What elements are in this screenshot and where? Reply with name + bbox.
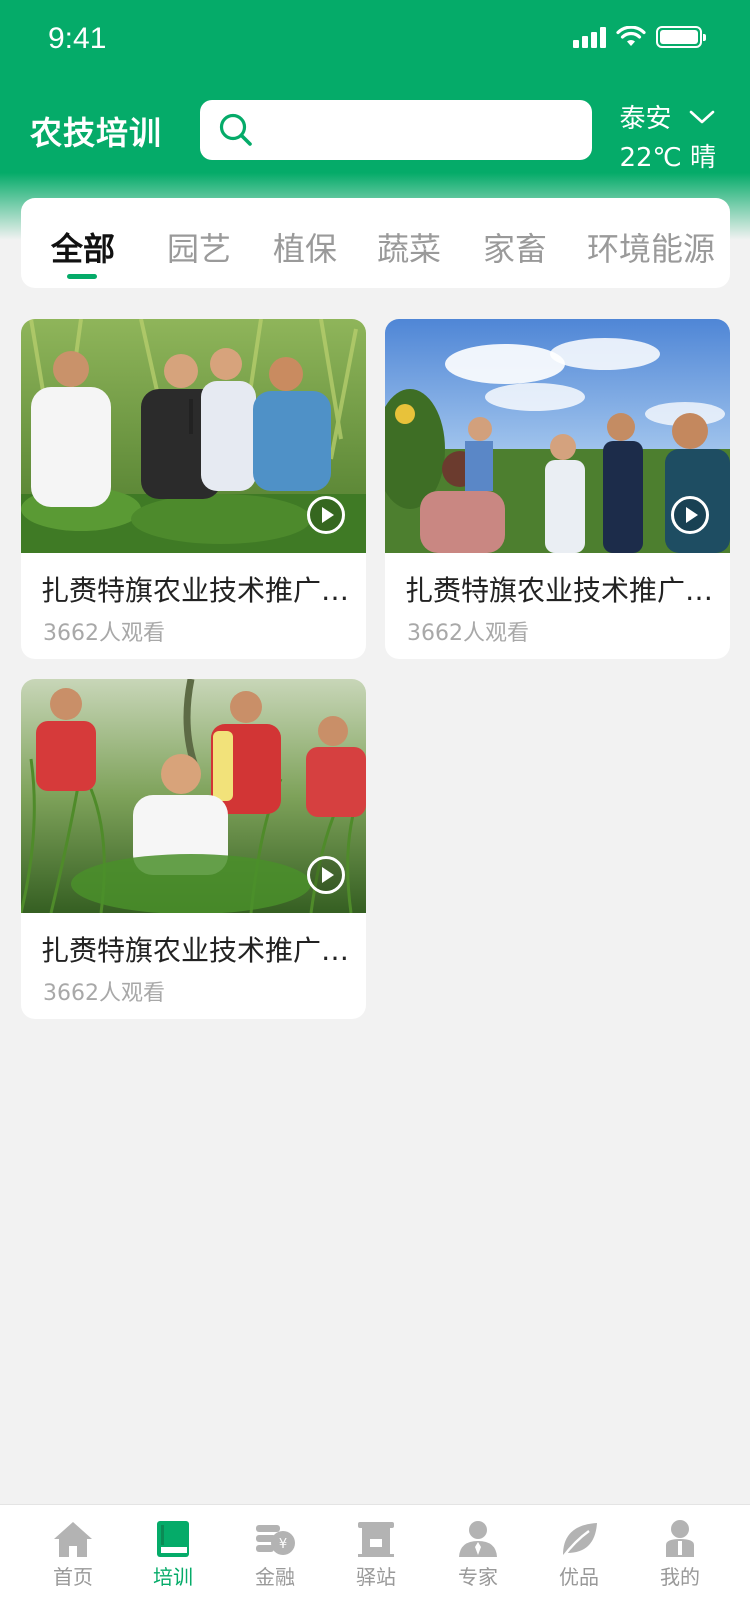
play-icon[interactable] [670, 495, 710, 535]
search-box[interactable] [200, 100, 592, 160]
status-icons [573, 26, 706, 48]
expert-icon [459, 1521, 497, 1557]
nav-station[interactable]: 驿站 [331, 1519, 421, 1590]
chevron-down-icon [690, 110, 715, 123]
nav-label: 优品 [559, 1565, 599, 1589]
profile-icon [666, 1520, 694, 1557]
status-time: 9:41 [48, 22, 107, 55]
view-count: 3662人观看 [407, 621, 529, 646]
tab-plant-protection[interactable]: 植保 [273, 224, 337, 270]
tab-horticulture[interactable]: 园艺 [167, 224, 231, 270]
page-title: 农技培训 [30, 114, 163, 152]
weather-temperature: 22℃ 晴 [619, 143, 716, 173]
video-card[interactable]: 扎赉特旗农业技术推广培训 3662人观看 [21, 319, 366, 659]
tab-livestock[interactable]: 家畜 [483, 224, 547, 270]
video-card[interactable]: 扎赉特旗农业技术推广培训 3662人观看 [385, 319, 730, 659]
video-thumbnail [385, 319, 730, 553]
finance-icon: ¥ [256, 1525, 295, 1555]
nav-home[interactable]: 首页 [28, 1519, 118, 1590]
home-icon [54, 1522, 92, 1557]
leaf-icon [562, 1523, 597, 1558]
video-thumbnail [21, 319, 366, 553]
nav-mine[interactable]: 我的 [635, 1519, 725, 1590]
tab-all[interactable]: 全部 [51, 224, 115, 270]
status-bar: 9:41 [0, 0, 750, 80]
nav-label: 驿站 [356, 1565, 396, 1589]
video-thumbnail [21, 679, 366, 913]
station-icon [358, 1522, 394, 1557]
tab-vegetables[interactable]: 蔬菜 [377, 224, 441, 270]
tab-environment-energy[interactable]: 环境能源 [587, 224, 715, 270]
search-input[interactable] [266, 115, 586, 145]
view-count: 3662人观看 [43, 621, 165, 646]
nav-label: 金融 [255, 1565, 295, 1589]
video-title: 扎赉特旗农业技术推广培训 [41, 574, 351, 607]
view-count: 3662人观看 [43, 981, 165, 1006]
nav-label: 我的 [660, 1565, 700, 1589]
nav-expert[interactable]: 专家 [433, 1519, 523, 1590]
svg-text:¥: ¥ [279, 1537, 287, 1552]
book-icon [157, 1521, 189, 1557]
play-icon[interactable] [306, 495, 346, 535]
video-title: 扎赉特旗农业技术推广培训 [41, 934, 351, 967]
nav-training[interactable]: 培训 [128, 1519, 218, 1590]
play-icon[interactable] [306, 855, 346, 895]
city-name: 泰安 [619, 104, 672, 134]
nav-label: 培训 [153, 1565, 193, 1589]
nav-finance[interactable]: ¥ 金融 [230, 1519, 320, 1590]
video-card[interactable]: 扎赉特旗农业技术推广培训 3662人观看 [21, 679, 366, 1019]
nav-label: 专家 [458, 1565, 498, 1589]
cellular-signal-icon [573, 26, 606, 48]
bottom-tab-bar: 首页 培训 ¥ 金融 驿站 专家 优品 我的 [0, 1504, 750, 1600]
search-icon [219, 113, 252, 146]
battery-icon [656, 26, 706, 48]
category-tabs: 全部 园艺 植保 蔬菜 家畜 环境能源 [21, 198, 730, 288]
weather-location[interactable]: 泰安 22℃ 晴 [619, 98, 716, 174]
nav-premium[interactable]: 优品 [534, 1519, 624, 1590]
wifi-icon [616, 26, 646, 46]
nav-label: 首页 [53, 1565, 93, 1589]
video-title: 扎赉特旗农业技术推广培训 [405, 574, 715, 607]
active-tab-indicator [67, 274, 97, 279]
